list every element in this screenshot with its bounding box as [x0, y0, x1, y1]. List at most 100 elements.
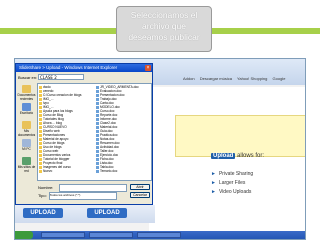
folder-icon — [39, 97, 42, 101]
document-icon — [96, 149, 99, 153]
taskbar-item[interactable] — [41, 232, 85, 238]
file-type-row: Tipo: Todos los archivos (*.*) — [38, 192, 117, 200]
file-name-field[interactable] — [59, 184, 128, 192]
place-label: Mis documentos — [17, 129, 36, 137]
file-type-label: Tipo: — [38, 193, 47, 199]
document-icon — [96, 97, 99, 101]
browser-link[interactable]: Addon — [183, 76, 195, 81]
folder-icon — [39, 105, 42, 109]
list-item[interactable]: Temario.doc — [96, 169, 151, 173]
windows-taskbar — [15, 231, 305, 239]
document-icon — [96, 165, 99, 169]
upload-strip: UPLOAD UPLOAD — [15, 205, 155, 223]
file-name-row: Nombre: — [38, 184, 128, 192]
places-bar: Documentos recientes Escritorio Mis docu… — [17, 84, 36, 174]
arrow-icon: ► — [211, 188, 216, 195]
document-icon — [96, 153, 99, 157]
feature-label: Private Sharing — [218, 170, 254, 177]
feature-label: Larger Files — [218, 179, 246, 186]
document-icon — [96, 89, 99, 93]
document-icon — [96, 157, 99, 161]
document-icon — [96, 101, 99, 105]
file-name: Temario.doc — [100, 169, 118, 173]
document-icon — [96, 133, 99, 137]
folder-icon — [39, 149, 42, 153]
document-icon — [96, 169, 99, 173]
open-button[interactable]: Abrir — [130, 184, 150, 190]
callout-line-1: Seleccionamos el — [130, 10, 198, 20]
folder-icon — [22, 121, 31, 129]
folder-icon — [39, 109, 42, 113]
folder-icon — [39, 153, 42, 157]
look-in-label: Buscar en: — [18, 75, 38, 80]
computer-icon — [22, 139, 31, 147]
folder-icon — [39, 93, 42, 97]
document-icon — [96, 105, 99, 109]
browser-link[interactable]: Descargar música — [200, 76, 232, 81]
folder-icon — [39, 117, 42, 121]
folder-icon — [39, 145, 42, 149]
screenshot-frame: Addon Descargar música Yahoo! Shopping G… — [14, 58, 306, 240]
arrow-icon: ► — [211, 170, 216, 177]
file-type-select[interactable]: Todos los archivos (*.*) — [48, 192, 117, 200]
upload-allows-text: allows for: — [235, 153, 265, 159]
upload-features-list: ► Private Sharing ► Larger Files ► Video Up… — [211, 169, 253, 196]
file-column: dwdo cenedo C:\Curso creacion de blogs IMG_… — [39, 85, 96, 173]
list-item[interactable]: Nuevo — [39, 169, 96, 173]
look-in-select[interactable]: CLASE 2 — [38, 74, 84, 80]
close-icon[interactable]: × — [145, 65, 151, 71]
document-icon — [96, 85, 99, 89]
place-desktop[interactable]: Escritorio — [17, 102, 36, 120]
folder-icon — [39, 101, 42, 105]
document-icon — [96, 137, 99, 141]
upload-info-panel: Upload allows for: ► Private Sharing ► Lar… — [211, 151, 303, 215]
place-computer[interactable]: Mi PC — [17, 138, 36, 156]
dialog-title: SlideShare > Upload - Windows Internet E… — [19, 65, 118, 70]
upload-tag: Upload — [211, 153, 236, 159]
place-network[interactable]: Mis sitios de red — [17, 156, 36, 174]
browser-link[interactable]: Google — [273, 76, 286, 81]
folder-icon — [39, 165, 42, 169]
upload-button[interactable]: UPLOAD — [23, 208, 63, 218]
place-recent[interactable]: Documentos recientes — [17, 84, 36, 102]
document-icon — [96, 113, 99, 117]
place-label: Escritorio — [19, 111, 34, 115]
place-label: Documentos recientes — [17, 93, 36, 101]
list-item: ► Larger Files — [211, 178, 253, 187]
document-icon — [96, 145, 99, 149]
cancel-button[interactable]: Cancelar — [130, 192, 150, 198]
document-icon — [96, 109, 99, 113]
folder-icon — [39, 125, 42, 129]
upload-button[interactable]: UPLOAD — [87, 208, 127, 218]
folder-icon — [39, 161, 42, 165]
callout-line-3: deseamos publicar — [128, 32, 200, 42]
folder-icon — [39, 133, 42, 137]
document-icon — [96, 161, 99, 165]
arrow-icon: ► — [211, 179, 216, 186]
taskbar-item[interactable] — [137, 232, 181, 238]
instruction-callout: Seleccionamos el archivo que deseamos pu… — [116, 6, 212, 52]
taskbar-item[interactable] — [89, 232, 133, 238]
folder-icon — [39, 157, 42, 161]
document-icon — [96, 93, 99, 97]
document-icon — [96, 117, 99, 121]
folder-icon — [39, 129, 42, 133]
start-button[interactable] — [15, 231, 33, 239]
file-column: JR_VIDEO_ARMENTA.doc Evaluacion.doc Presen… — [96, 85, 151, 173]
folder-icon — [22, 85, 31, 93]
folder-icon — [39, 169, 42, 173]
browser-link[interactable]: Yahoo! Shopping — [237, 76, 267, 81]
place-documents[interactable]: Mis documentos — [17, 120, 36, 138]
upload-info-title: Upload allows for: — [211, 153, 264, 159]
place-label: Mis sitios de red — [17, 165, 36, 173]
desktop-icon — [22, 103, 31, 111]
document-icon — [96, 129, 99, 133]
file-name: Nuevo — [43, 169, 53, 173]
folder-icon — [39, 89, 42, 93]
folder-icon — [39, 113, 42, 117]
callout-line-2: archivo que — [142, 21, 186, 31]
list-item: ► Private Sharing — [211, 169, 253, 178]
document-icon — [96, 141, 99, 145]
folder-icon — [39, 85, 42, 89]
file-name-label: Nombre: — [38, 185, 54, 191]
